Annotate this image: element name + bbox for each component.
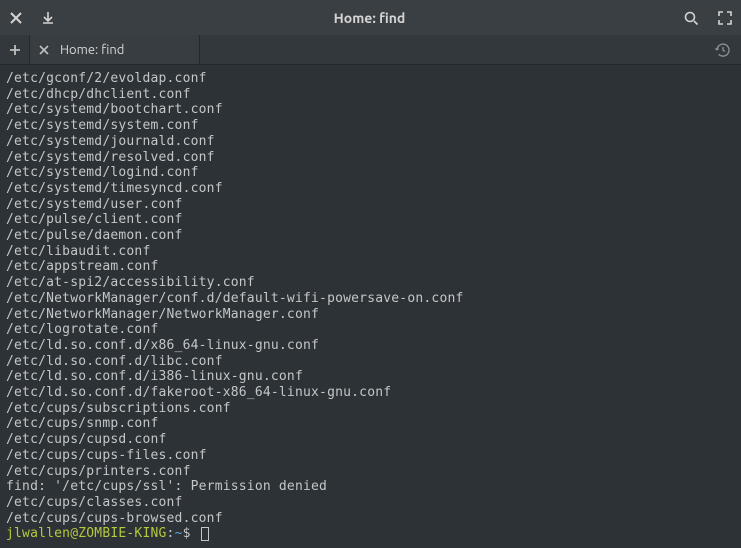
output-line: /etc/cups/cups-browsed.conf	[6, 511, 735, 527]
prompt-sep: :	[167, 526, 175, 541]
close-window-icon[interactable]	[8, 10, 24, 26]
output-line: /etc/systemd/timesyncd.conf	[6, 181, 735, 197]
output-line: /etc/pulse/client.conf	[6, 212, 735, 228]
output-line: /etc/systemd/journald.conf	[6, 134, 735, 150]
tab-label: Home: find	[60, 43, 124, 57]
prompt-line[interactable]: jlwallen@ZOMBIE-KING:~$	[6, 526, 735, 542]
tabbar-rest	[200, 35, 741, 64]
output-line: /etc/systemd/bootchart.conf	[6, 102, 735, 118]
output-line: /etc/cups/classes.conf	[6, 495, 735, 511]
output-line: /etc/cups/printers.conf	[6, 464, 735, 480]
output-line: /etc/systemd/logind.conf	[6, 165, 735, 181]
output-line: /etc/NetworkManager/NetworkManager.conf	[6, 307, 735, 323]
output-line: /etc/systemd/resolved.conf	[6, 150, 735, 166]
history-icon[interactable]	[715, 42, 731, 58]
output-line: /etc/cups/cupsd.conf	[6, 432, 735, 448]
search-icon[interactable]	[683, 10, 699, 26]
expand-icon[interactable]	[717, 10, 733, 26]
output-line: /etc/at-spi2/accessibility.conf	[6, 275, 735, 291]
output-line: /etc/logrotate.conf	[6, 322, 735, 338]
output-line: /etc/gconf/2/evoldap.conf	[6, 71, 735, 87]
tab-home-find[interactable]: Home: find	[30, 35, 200, 64]
output-line: /etc/dhcp/dhclient.conf	[6, 87, 735, 103]
cursor	[201, 527, 209, 541]
close-tab-icon[interactable]	[38, 44, 50, 56]
new-tab-button[interactable]	[0, 35, 30, 64]
output-line: /etc/ld.so.conf.d/x86_64-linux-gnu.conf	[6, 338, 735, 354]
output-line: /etc/pulse/daemon.conf	[6, 228, 735, 244]
output-line: find: '/etc/cups/ssl': Permission denied	[6, 479, 735, 495]
output-line: /etc/systemd/system.conf	[6, 118, 735, 134]
window-title: Home: find	[56, 10, 683, 26]
output-line: /etc/cups/cups-files.conf	[6, 448, 735, 464]
output-line: /etc/cups/subscriptions.conf	[6, 401, 735, 417]
titlebar: Home: find	[0, 0, 741, 35]
output-line: /etc/cups/snmp.conf	[6, 416, 735, 432]
output-line: /etc/ld.so.conf.d/fakeroot-x86_64-linux-…	[6, 385, 735, 401]
output-line: /etc/libaudit.conf	[6, 244, 735, 260]
prompt-suffix: $	[183, 526, 199, 541]
output-line: /etc/systemd/user.conf	[6, 197, 735, 213]
prompt-path: ~	[175, 526, 183, 541]
tabbar: Home: find	[0, 35, 741, 65]
download-icon[interactable]	[40, 10, 56, 26]
output-line: /etc/NetworkManager/conf.d/default-wifi-…	[6, 291, 735, 307]
terminal-output[interactable]: /etc/gconf/2/evoldap.conf/etc/dhcp/dhcli…	[0, 65, 741, 548]
output-line: /etc/appstream.conf	[6, 259, 735, 275]
prompt-user-host: jlwallen@ZOMBIE-KING	[6, 526, 167, 541]
output-line: /etc/ld.so.conf.d/i386-linux-gnu.conf	[6, 369, 735, 385]
output-line: /etc/ld.so.conf.d/libc.conf	[6, 354, 735, 370]
